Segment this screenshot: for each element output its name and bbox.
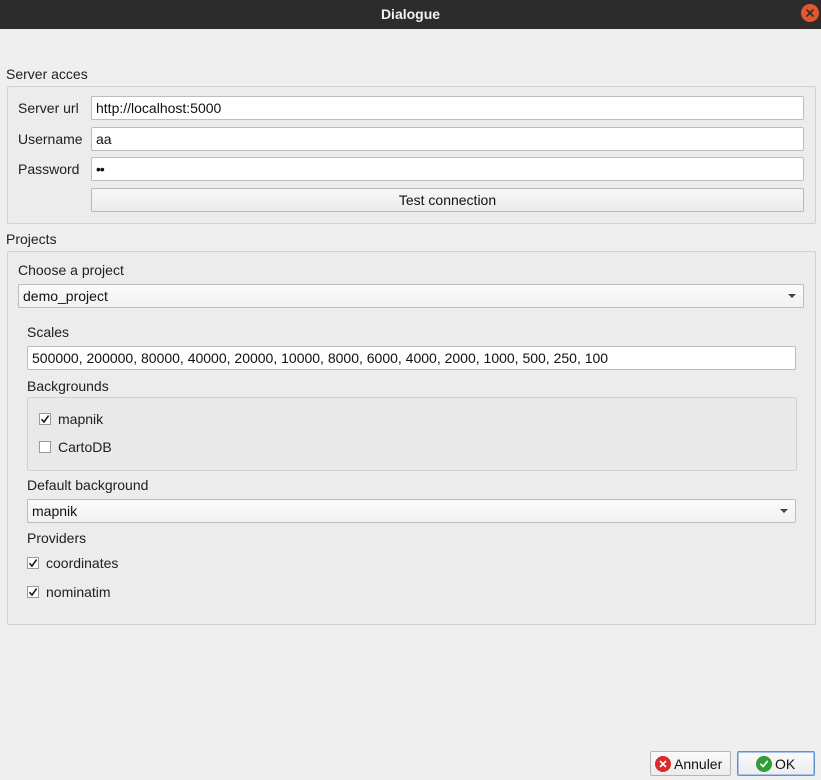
project-select-value: demo_project [23,288,108,304]
cartodb-checkbox[interactable] [39,441,51,453]
server-url-label: Server url [18,100,79,116]
provider-option-coordinates[interactable]: coordinates [27,554,118,572]
server-group-label: Server acces [6,66,88,82]
chevron-down-icon [788,294,796,298]
chevron-down-icon [780,509,788,513]
cancel-icon [655,755,671,772]
default-background-select[interactable]: mapnik [27,499,796,523]
test-connection-button[interactable]: Test connection [91,188,804,212]
close-icon [806,9,814,17]
cancel-label: Annuler [674,755,723,772]
choose-project-label: Choose a project [18,262,124,278]
password-input[interactable]: •• [91,157,804,181]
background-option-cartodb[interactable]: CartoDB [39,438,112,456]
coordinates-checkbox[interactable] [27,557,39,569]
cartodb-label: CartoDB [58,439,112,455]
backgrounds-label: Backgrounds [27,378,109,394]
mapnik-label: mapnik [58,411,104,427]
window-title: Dialogue [380,6,441,22]
default-background-value: mapnik [32,503,78,519]
title-bar: Dialogue [0,0,821,29]
username-input[interactable]: aa [91,127,804,151]
password-label: Password [18,161,80,177]
check-icon [756,755,772,772]
username-label: Username [18,131,83,147]
default-background-label: Default background [27,477,149,493]
projects-group-label: Projects [6,231,57,247]
ok-label: OK [775,755,796,772]
checkmark-icon [40,415,50,424]
nominatim-label: nominatim [46,584,111,600]
nominatim-checkbox[interactable] [27,586,39,598]
cancel-button[interactable]: Annuler [650,751,731,776]
scales-label: Scales [27,324,70,340]
background-option-mapnik[interactable]: mapnik [39,410,103,428]
project-select[interactable]: demo_project [18,284,804,308]
server-url-input[interactable]: http://localhost:5000 [91,96,804,120]
checkmark-icon [28,559,38,568]
checkmark-icon [28,588,38,597]
provider-option-nominatim[interactable]: nominatim [27,583,111,601]
coordinates-label: coordinates [46,555,119,571]
close-button[interactable] [801,4,819,22]
scales-input[interactable]: 500000, 200000, 80000, 40000, 20000, 100… [27,346,796,370]
ok-button[interactable]: OK [737,751,815,776]
backgrounds-group [27,397,797,471]
providers-label: Providers [27,530,87,546]
mapnik-checkbox[interactable] [39,413,51,425]
